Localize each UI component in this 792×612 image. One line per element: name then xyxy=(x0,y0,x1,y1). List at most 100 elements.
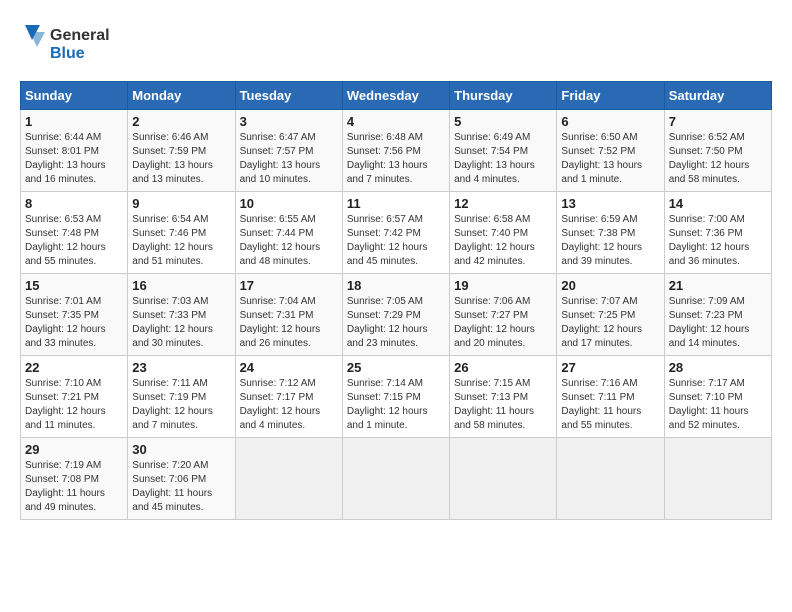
day-number: 15 xyxy=(25,278,123,293)
day-info: Sunrise: 7:07 AM Sunset: 7:25 PM Dayligh… xyxy=(561,295,659,351)
calendar-cell: 2Sunrise: 6:46 AM Sunset: 7:59 PM Daylig… xyxy=(128,110,235,192)
day-info: Sunrise: 7:20 AM Sunset: 7:06 PM Dayligh… xyxy=(132,459,230,515)
day-info: Sunrise: 6:52 AM Sunset: 7:50 PM Dayligh… xyxy=(669,131,767,187)
day-info: Sunrise: 6:59 AM Sunset: 7:38 PM Dayligh… xyxy=(561,213,659,269)
day-info: Sunrise: 6:57 AM Sunset: 7:42 PM Dayligh… xyxy=(347,213,445,269)
day-number: 23 xyxy=(132,360,230,375)
calendar-cell xyxy=(557,438,664,520)
day-info: Sunrise: 6:53 AM Sunset: 7:48 PM Dayligh… xyxy=(25,213,123,269)
day-number: 7 xyxy=(669,114,767,129)
col-header-tuesday: Tuesday xyxy=(235,82,342,110)
day-number: 24 xyxy=(240,360,338,375)
day-number: 11 xyxy=(347,196,445,211)
day-number: 28 xyxy=(669,360,767,375)
calendar-cell: 22 Sunrise: 7:10 AM Sunset: 7:21 PM Dayli… xyxy=(21,356,128,438)
day-number: 9 xyxy=(132,196,230,211)
day-info: Sunrise: 6:49 AM Sunset: 7:54 PM Dayligh… xyxy=(454,131,552,187)
day-info: Sunrise: 7:05 AM Sunset: 7:29 PM Dayligh… xyxy=(347,295,445,351)
day-info: Sunrise: 7:14 AM Sunset: 7:15 PM Dayligh… xyxy=(347,377,445,433)
day-number: 20 xyxy=(561,278,659,293)
day-number: 10 xyxy=(240,196,338,211)
calendar-cell: 13 Sunrise: 6:59 AM Sunset: 7:38 PM Dayli… xyxy=(557,192,664,274)
day-number: 1 xyxy=(25,114,123,129)
day-number: 8 xyxy=(25,196,123,211)
calendar-cell xyxy=(450,438,557,520)
col-header-thursday: Thursday xyxy=(450,82,557,110)
calendar-cell: 26 Sunrise: 7:15 AM Sunset: 7:13 PM Dayli… xyxy=(450,356,557,438)
day-info: Sunrise: 7:06 AM Sunset: 7:27 PM Dayligh… xyxy=(454,295,552,351)
day-number: 19 xyxy=(454,278,552,293)
day-info: Sunrise: 7:16 AM Sunset: 7:11 PM Dayligh… xyxy=(561,377,659,433)
day-number: 6 xyxy=(561,114,659,129)
day-number: 27 xyxy=(561,360,659,375)
calendar-cell: 10 Sunrise: 6:55 AM Sunset: 7:44 PM Dayli… xyxy=(235,192,342,274)
day-number: 17 xyxy=(240,278,338,293)
calendar-cell: 30 Sunrise: 7:20 AM Sunset: 7:06 PM Dayli… xyxy=(128,438,235,520)
day-number: 21 xyxy=(669,278,767,293)
calendar-cell: 28 Sunrise: 7:17 AM Sunset: 7:10 PM Dayli… xyxy=(664,356,771,438)
day-info: Sunrise: 6:48 AM Sunset: 7:56 PM Dayligh… xyxy=(347,131,445,187)
calendar-table: SundayMondayTuesdayWednesdayThursdayFrid… xyxy=(20,81,772,520)
day-info: Sunrise: 7:15 AM Sunset: 7:13 PM Dayligh… xyxy=(454,377,552,433)
calendar-cell: 12 Sunrise: 6:58 AM Sunset: 7:40 PM Dayli… xyxy=(450,192,557,274)
day-number: 12 xyxy=(454,196,552,211)
day-info: Sunrise: 7:04 AM Sunset: 7:31 PM Dayligh… xyxy=(240,295,338,351)
day-number: 30 xyxy=(132,442,230,457)
day-info: Sunrise: 7:03 AM Sunset: 7:33 PM Dayligh… xyxy=(132,295,230,351)
day-info: Sunrise: 6:47 AM Sunset: 7:57 PM Dayligh… xyxy=(240,131,338,187)
calendar-cell xyxy=(235,438,342,520)
calendar-cell: 27 Sunrise: 7:16 AM Sunset: 7:11 PM Dayli… xyxy=(557,356,664,438)
calendar-cell: 4 Sunrise: 6:48 AM Sunset: 7:56 PM Daylig… xyxy=(342,110,449,192)
calendar-cell: 20 Sunrise: 7:07 AM Sunset: 7:25 PM Dayli… xyxy=(557,274,664,356)
day-info: Sunrise: 6:50 AM Sunset: 7:52 PM Dayligh… xyxy=(561,131,659,187)
col-header-sunday: Sunday xyxy=(21,82,128,110)
col-header-friday: Friday xyxy=(557,82,664,110)
logo: GeneralBlue xyxy=(20,20,120,65)
col-header-monday: Monday xyxy=(128,82,235,110)
day-number: 22 xyxy=(25,360,123,375)
day-info: Sunrise: 6:55 AM Sunset: 7:44 PM Dayligh… xyxy=(240,213,338,269)
calendar-cell: 9Sunrise: 6:54 AM Sunset: 7:46 PM Daylig… xyxy=(128,192,235,274)
day-info: Sunrise: 7:12 AM Sunset: 7:17 PM Dayligh… xyxy=(240,377,338,433)
calendar-cell: 18 Sunrise: 7:05 AM Sunset: 7:29 PM Dayli… xyxy=(342,274,449,356)
day-info: Sunrise: 7:17 AM Sunset: 7:10 PM Dayligh… xyxy=(669,377,767,433)
day-number: 18 xyxy=(347,278,445,293)
calendar-cell xyxy=(342,438,449,520)
day-info: Sunrise: 7:19 AM Sunset: 7:08 PM Dayligh… xyxy=(25,459,123,515)
day-info: Sunrise: 6:58 AM Sunset: 7:40 PM Dayligh… xyxy=(454,213,552,269)
day-info: Sunrise: 7:11 AM Sunset: 7:19 PM Dayligh… xyxy=(132,377,230,433)
day-info: Sunrise: 6:46 AM Sunset: 7:59 PM Dayligh… xyxy=(132,131,230,187)
day-info: Sunrise: 7:00 AM Sunset: 7:36 PM Dayligh… xyxy=(669,213,767,269)
calendar-cell: 7 Sunrise: 6:52 AM Sunset: 7:50 PM Daylig… xyxy=(664,110,771,192)
day-number: 5 xyxy=(454,114,552,129)
calendar-cell: 1 Sunrise: 6:44 AM Sunset: 8:01 PM Daylig… xyxy=(21,110,128,192)
day-info: Sunrise: 7:10 AM Sunset: 7:21 PM Dayligh… xyxy=(25,377,123,433)
col-header-wednesday: Wednesday xyxy=(342,82,449,110)
calendar-cell: 23 Sunrise: 7:11 AM Sunset: 7:19 PM Dayli… xyxy=(128,356,235,438)
calendar-cell: 29 Sunrise: 7:19 AM Sunset: 7:08 PM Dayli… xyxy=(21,438,128,520)
calendar-cell: 17 Sunrise: 7:04 AM Sunset: 7:31 PM Dayli… xyxy=(235,274,342,356)
day-info: Sunrise: 7:01 AM Sunset: 7:35 PM Dayligh… xyxy=(25,295,123,351)
day-number: 29 xyxy=(25,442,123,457)
calendar-cell: 24 Sunrise: 7:12 AM Sunset: 7:17 PM Dayli… xyxy=(235,356,342,438)
calendar-cell: 6 Sunrise: 6:50 AM Sunset: 7:52 PM Daylig… xyxy=(557,110,664,192)
day-number: 13 xyxy=(561,196,659,211)
calendar-cell: 19 Sunrise: 7:06 AM Sunset: 7:27 PM Dayli… xyxy=(450,274,557,356)
day-info: Sunrise: 6:44 AM Sunset: 8:01 PM Dayligh… xyxy=(25,131,123,187)
calendar-cell: 5 Sunrise: 6:49 AM Sunset: 7:54 PM Daylig… xyxy=(450,110,557,192)
calendar-cell xyxy=(664,438,771,520)
day-number: 14 xyxy=(669,196,767,211)
day-number: 16 xyxy=(132,278,230,293)
calendar-cell: 3Sunrise: 6:47 AM Sunset: 7:57 PM Daylig… xyxy=(235,110,342,192)
calendar-cell: 16 Sunrise: 7:03 AM Sunset: 7:33 PM Dayli… xyxy=(128,274,235,356)
logo-svg: GeneralBlue xyxy=(20,20,120,65)
day-number: 25 xyxy=(347,360,445,375)
calendar-cell: 8 Sunrise: 6:53 AM Sunset: 7:48 PM Daylig… xyxy=(21,192,128,274)
day-number: 26 xyxy=(454,360,552,375)
calendar-cell: 21Sunrise: 7:09 AM Sunset: 7:23 PM Dayli… xyxy=(664,274,771,356)
svg-text:General: General xyxy=(50,27,110,44)
calendar-cell: 14 Sunrise: 7:00 AM Sunset: 7:36 PM Dayli… xyxy=(664,192,771,274)
day-number: 4 xyxy=(347,114,445,129)
col-header-saturday: Saturday xyxy=(664,82,771,110)
page-header: GeneralBlue xyxy=(20,20,772,65)
